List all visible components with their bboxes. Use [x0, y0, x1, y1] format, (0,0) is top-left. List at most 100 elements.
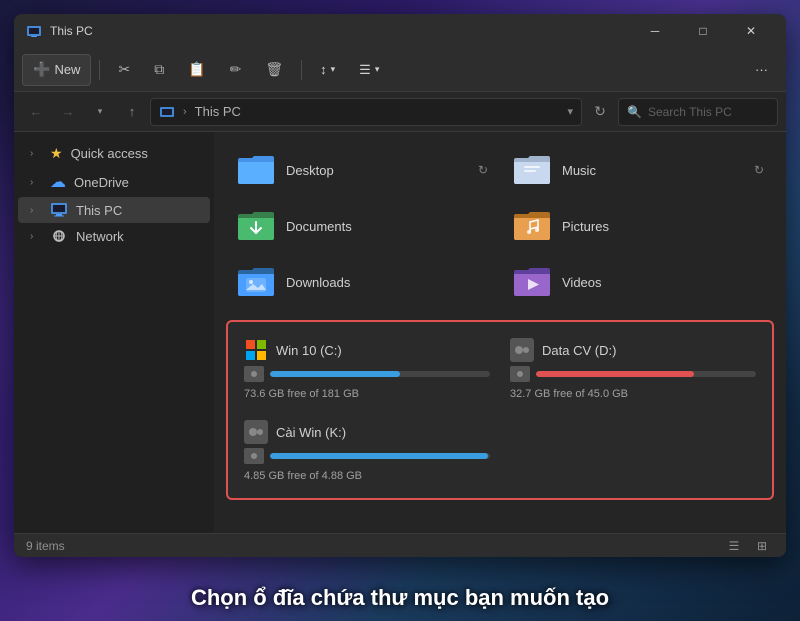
cloud-icon: ☁: [50, 172, 66, 192]
drive-d-bar-fill: [536, 371, 694, 377]
toolbar-separator-2: [301, 60, 302, 80]
forward-button[interactable]: →: [54, 98, 82, 126]
paste-button[interactable]: 📋: [178, 54, 215, 86]
title-bar: This PC ─ □ ✕: [14, 14, 786, 48]
drive-k[interactable]: Cài Win (K:) 4.85 GB free of 4.88 GB: [240, 416, 494, 486]
drive-k-header: Cài Win (K:): [244, 420, 490, 444]
new-label: New: [54, 62, 80, 77]
sort-icon: ↕: [320, 62, 327, 77]
close-button[interactable]: ✕: [728, 14, 774, 48]
status-bar: 9 items ☰ ⊞: [14, 533, 786, 557]
windows-icon: [244, 338, 268, 362]
address-path: This PC: [195, 104, 241, 119]
search-placeholder: Search This PC: [648, 105, 732, 119]
drive-d[interactable]: Data CV (D:) 32.7 GB free of 45.0 GB: [506, 334, 760, 404]
sort-chevron: ▾: [331, 64, 336, 75]
view-button[interactable]: ☰ ▾: [349, 54, 389, 86]
drive-d-hdd-icon: [510, 366, 530, 382]
drive-c-bar-fill: [270, 371, 400, 377]
minimize-button[interactable]: ─: [632, 14, 678, 48]
downloads-folder-icon: [236, 208, 276, 244]
maximize-button[interactable]: □: [680, 14, 726, 48]
address-bar: ← → ▾ ↑ › This PC ▾ ↻ 🔍 Search This PC: [14, 92, 786, 132]
documents-folder-label: Music: [562, 163, 596, 178]
back-button[interactable]: ←: [22, 98, 50, 126]
toolbar: ➕ New ✂ ⧉ 📋 ✏ 🗑 ↕ ▾ ☰ ▾ ···: [14, 48, 786, 92]
drive-d-bar-bg: [536, 371, 756, 377]
drive-d-name: Data CV (D:): [542, 343, 616, 358]
folder-documents[interactable]: Music ↻: [502, 144, 774, 196]
delete-button[interactable]: 🗑: [255, 54, 293, 86]
address-chevron: ›: [183, 106, 187, 118]
address-dropdown-icon: ▾: [567, 105, 573, 118]
view-controls: ☰ ⊞: [722, 536, 774, 556]
copy-button[interactable]: ⧉: [144, 54, 174, 86]
address-input[interactable]: › This PC ▾: [150, 98, 582, 126]
search-icon: 🔍: [627, 105, 642, 119]
window-icon: [26, 23, 42, 39]
rename-icon: ✏: [230, 61, 242, 78]
drive-c-hdd-icon: [244, 366, 264, 382]
cut-button[interactable]: ✂: [108, 54, 140, 86]
folder-downloads[interactable]: Documents: [226, 200, 498, 252]
plus-icon: ➕: [33, 61, 50, 78]
drive-c-header: Win 10 (C:): [244, 338, 490, 362]
up-button[interactable]: ↑: [118, 98, 146, 126]
sidebar-label-quick-access: Quick access: [71, 146, 148, 161]
sidebar-item-network[interactable]: › Network: [18, 223, 210, 249]
sort-button[interactable]: ↕ ▾: [310, 54, 345, 86]
network-icon: [50, 228, 68, 244]
more-icon: ···: [755, 62, 768, 77]
sidebar-label-onedrive: OneDrive: [74, 175, 129, 190]
chevron-icon: ›: [30, 148, 42, 159]
star-icon: ★: [50, 145, 63, 162]
file-area: Desktop ↻ Music ↻: [214, 132, 786, 533]
folder-videos[interactable]: Videos: [502, 256, 774, 308]
documents-folder-icon: [512, 152, 552, 188]
folder-pictures[interactable]: Downloads: [226, 256, 498, 308]
drive-c-bar-bg: [270, 371, 490, 377]
list-view-button[interactable]: ☰: [722, 536, 746, 556]
delete-icon: 🗑: [265, 61, 283, 78]
desktop-folder-icon: [236, 152, 276, 188]
window-title: This PC: [50, 24, 632, 38]
drive-c-size: 73.6 GB free of 181 GB: [244, 388, 490, 400]
folder-desktop[interactable]: Desktop ↻: [226, 144, 498, 196]
sidebar-item-quick-access[interactable]: › ★ Quick access: [18, 140, 210, 167]
copy-icon: ⧉: [154, 61, 164, 78]
recent-button[interactable]: ▾: [86, 98, 114, 126]
sidebar-item-onedrive[interactable]: › ☁ OneDrive: [18, 167, 210, 197]
more-button[interactable]: ···: [745, 54, 778, 86]
drive-d-header: Data CV (D:): [510, 338, 756, 362]
drive-c-bar-wrap: [244, 366, 490, 382]
desktop-folder-label: Desktop: [286, 163, 334, 178]
drive-c-name: Win 10 (C:): [276, 343, 342, 358]
rename-button[interactable]: ✏: [220, 54, 252, 86]
view-icon: ☰: [359, 62, 371, 78]
drive-d-icon: [510, 338, 534, 362]
chevron-icon: ›: [30, 205, 42, 216]
downloads-folder-label: Documents: [286, 219, 352, 234]
chevron-icon: ›: [30, 231, 42, 242]
new-button[interactable]: ➕ New: [22, 54, 91, 86]
pictures-folder-label: Downloads: [286, 275, 350, 290]
drive-k-icon: [244, 420, 268, 444]
overlay-instruction-text: Chọn ổ đĩa chứa thư mục bạn muốn tạo: [0, 585, 800, 611]
refresh-icon-desktop: ↻: [478, 163, 488, 177]
drives-section: Win 10 (C:) 73.6 GB free of 181 GB: [226, 320, 774, 500]
music-folder-icon: [512, 208, 552, 244]
folder-music[interactable]: Pictures: [502, 200, 774, 252]
refresh-button[interactable]: ↻: [586, 98, 614, 126]
grid-view-button[interactable]: ⊞: [750, 536, 774, 556]
drive-k-bar-wrap: [244, 448, 490, 464]
item-count: 9 items: [26, 539, 65, 553]
sidebar-item-this-pc[interactable]: › This PC: [18, 197, 210, 223]
pictures-folder-icon: [236, 264, 276, 300]
computer-icon: [50, 202, 68, 218]
search-box[interactable]: 🔍 Search This PC: [618, 98, 778, 126]
drives-grid: Win 10 (C:) 73.6 GB free of 181 GB: [240, 334, 760, 486]
main-content: › ★ Quick access › ☁ OneDrive › This P: [14, 132, 786, 533]
music-folder-label: Pictures: [562, 219, 609, 234]
chevron-icon: ›: [30, 177, 42, 188]
drive-c[interactable]: Win 10 (C:) 73.6 GB free of 181 GB: [240, 334, 494, 404]
